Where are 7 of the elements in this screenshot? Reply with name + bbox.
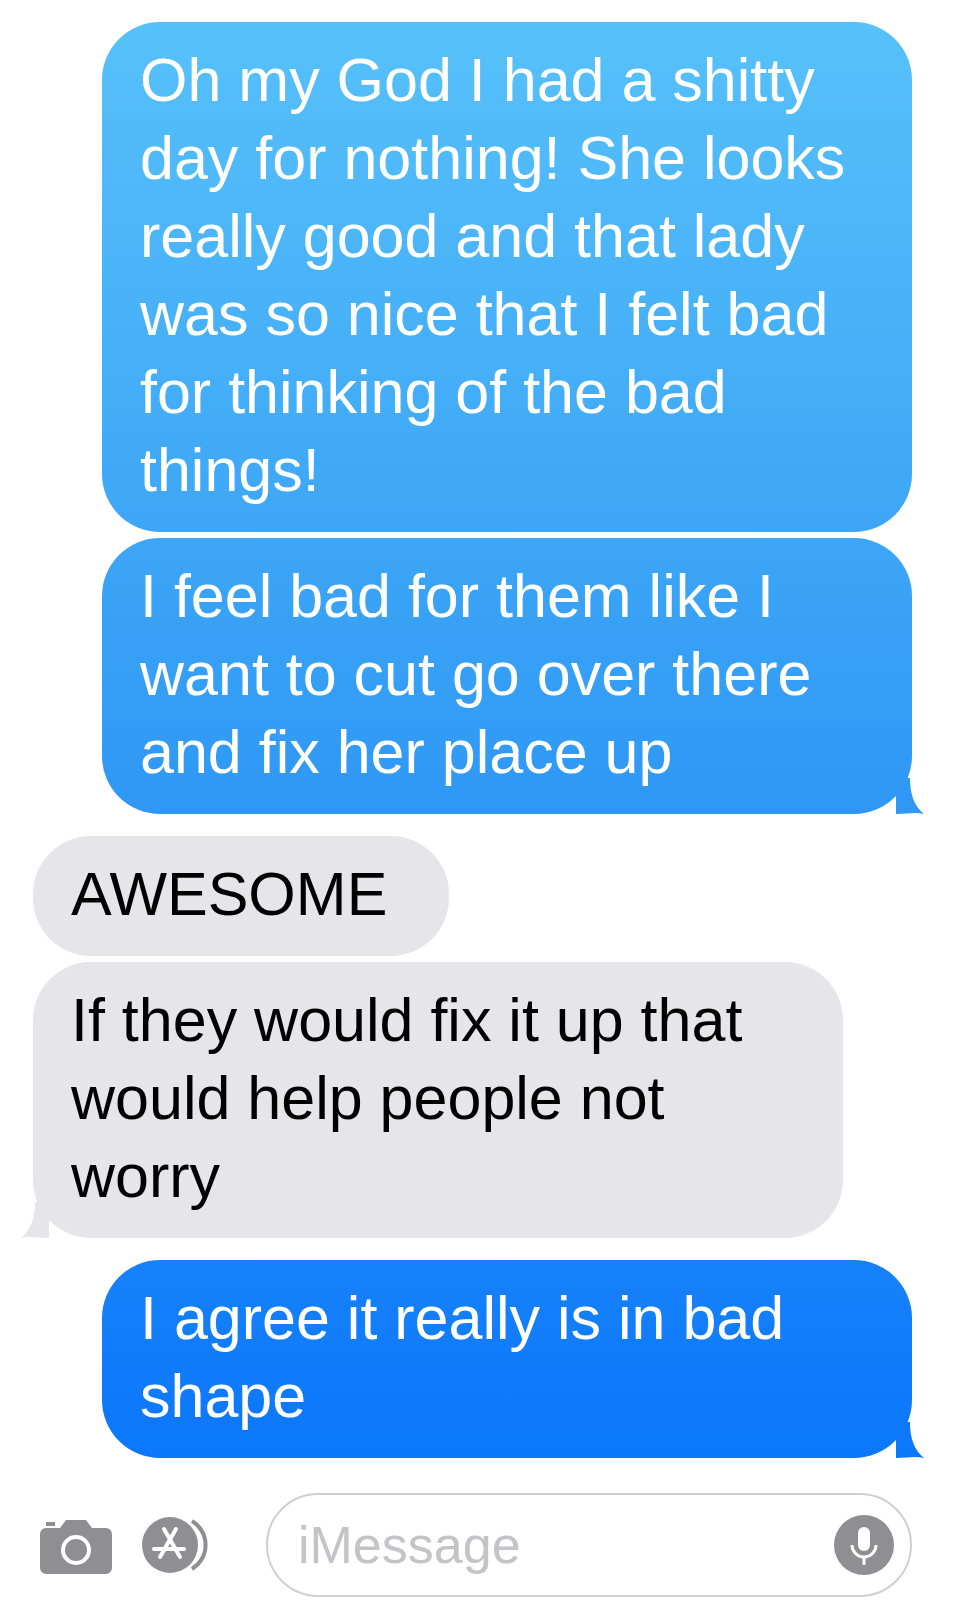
message-bubble: AWESOME xyxy=(33,836,450,956)
message-input[interactable]: iMessage xyxy=(296,1514,834,1576)
message-bubble: I agree it really is in bad shape xyxy=(102,1260,912,1458)
message-bubble: Oh my God I had a shitty day for nothing! She looks really good and that lady was so nice that I felt bad for thinking of the bad things! xyxy=(102,22,912,532)
message-bubble: I feel bad for them like I want to cut go over there and fix her place up xyxy=(102,538,912,814)
message-bubble: If they would fix it up that would help people not worry xyxy=(33,962,843,1238)
message-field[interactable]: iMessage xyxy=(266,1493,912,1597)
